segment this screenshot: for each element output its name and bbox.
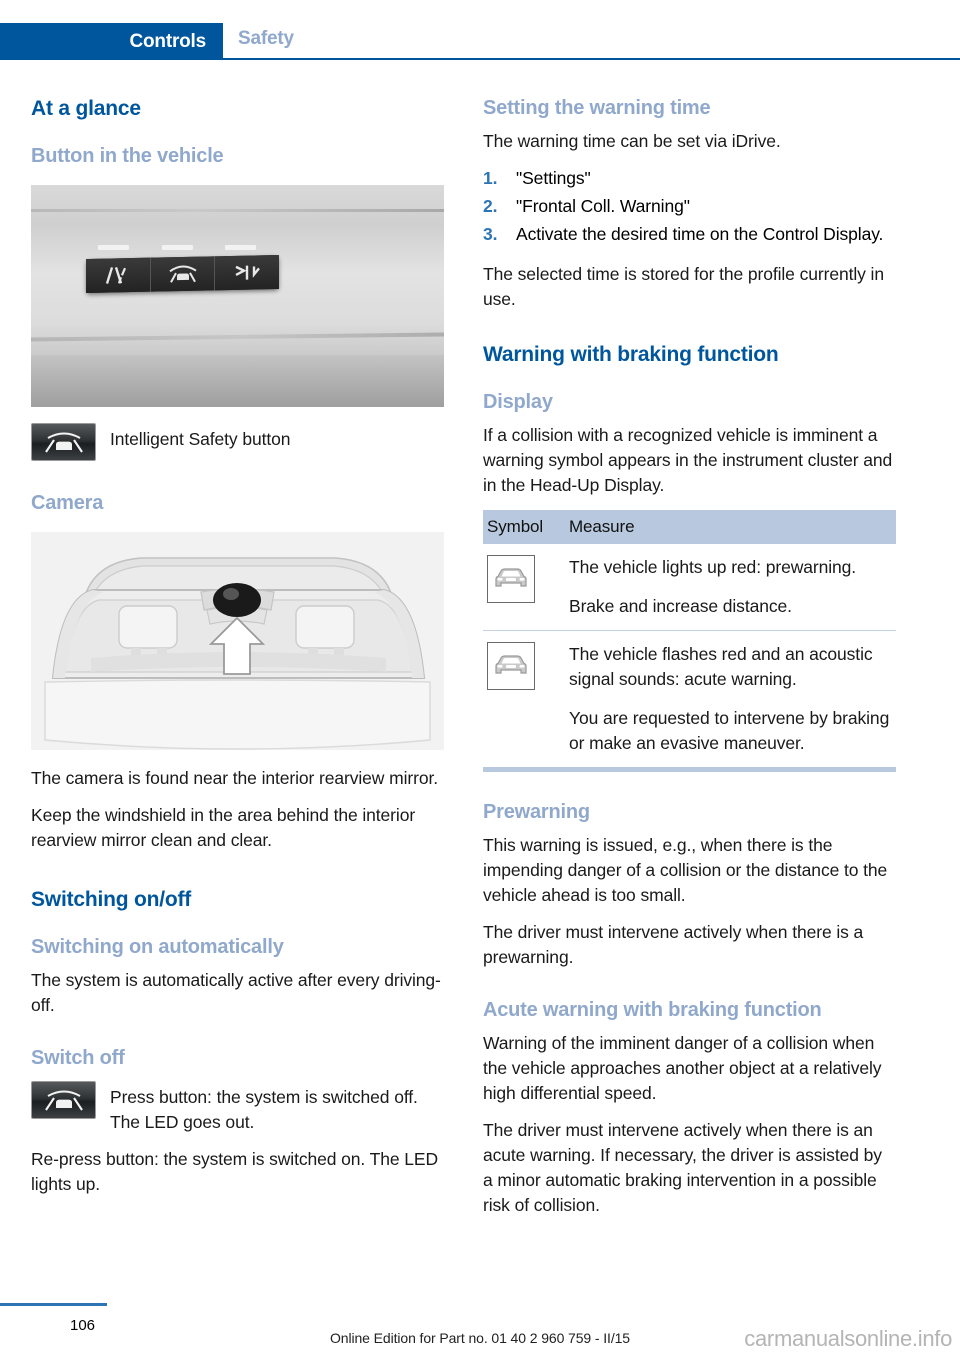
table-cell-measure: The vehicle flashes red and an acoustic … <box>569 630 896 767</box>
acute-warning-paragraph-1: Warning of the imminent danger of a coll… <box>483 1033 882 1103</box>
watermark: carmanualsonline.info <box>744 1326 952 1351</box>
tab-controls[interactable]: Controls <box>0 23 223 60</box>
high-beam-assist-button[interactable] <box>215 254 280 291</box>
tab-safety[interactable]: Safety <box>238 28 294 50</box>
table-cell-symbol <box>483 630 569 767</box>
table-cell-symbol <box>483 544 569 631</box>
column-header-measure: Measure <box>569 510 896 544</box>
table-row: The vehicle flashes red and an acoustic … <box>483 630 896 767</box>
footer-divider <box>0 1303 107 1306</box>
high-beam-assist-icon <box>235 265 261 280</box>
led-indicator-2 <box>162 245 193 250</box>
warning-time-steps: 1. "Settings" 2. "Frontal Coll. Warning"… <box>483 166 896 247</box>
heading-switching-on-automatically: Switching on automatically <box>31 936 284 958</box>
heading-display: Display <box>483 391 553 413</box>
table-header-row: Symbol Measure <box>483 510 896 544</box>
prewarning-paragraph-2: The driver must intervene actively when … <box>483 922 864 967</box>
car-front-badge <box>487 555 535 603</box>
list-item: 1. "Settings" <box>483 166 896 191</box>
table-cell-measure: The vehicle lights up red: prewarning. B… <box>569 544 896 631</box>
intelligent-safety-button-badge <box>31 423 96 461</box>
step-number: 2. <box>483 196 498 216</box>
led-indicator-3 <box>225 245 256 250</box>
acute-warning-paragraph-2: The driver must intervene actively when … <box>483 1120 882 1215</box>
intelligent-safety-label: Intelligent Safety button <box>110 429 291 449</box>
table-row: The vehicle lights up red: prewarning. B… <box>483 544 896 631</box>
car-front-icon <box>495 568 527 587</box>
page-header: Controls Safety <box>0 23 960 60</box>
switch-off-legend: Press button: the system is switched off… <box>31 1081 444 1135</box>
warning-time-outro: The selected time is stored for the prof… <box>483 264 884 309</box>
windshield-illustration <box>31 532 444 750</box>
car-front-icon <box>495 655 527 674</box>
list-item: 3. Activate the desired time on the Cont… <box>483 222 896 247</box>
right-column: Setting the warning time The warning tim… <box>483 96 896 1218</box>
display-paragraph: If a collision with a recognized vehicle… <box>483 425 893 495</box>
photo-shadow <box>31 355 444 407</box>
camera-paragraph-2: Keep the windshield in the area behind t… <box>31 805 416 850</box>
measure-paragraph: You are requested to intervene by brakin… <box>569 708 890 753</box>
heading-at-a-glance: At a glance <box>31 97 141 120</box>
switching-auto-paragraph: The system is automatically active after… <box>31 970 441 1015</box>
table-body: The vehicle lights up red: prewarning. B… <box>483 544 896 767</box>
intelligent-safety-button[interactable] <box>150 256 216 292</box>
heading-prewarning: Prewarning <box>483 801 590 823</box>
left-column: At a glance Button in the vehicle Intell… <box>31 96 444 1197</box>
heading-acute-warning-with-braking-function: Acute warning with braking function <box>483 999 822 1021</box>
button-cluster[interactable] <box>86 254 280 294</box>
measure-paragraph: The vehicle lights up red: prewarning. <box>569 557 857 577</box>
heading-warning-with-braking-function: Warning with braking function <box>483 343 779 366</box>
photo-windshield-camera <box>31 532 444 750</box>
switch-off-icon-text: Press button: the system is switched off… <box>110 1087 418 1132</box>
intelligent-safety-legend: Intelligent Safety button <box>31 423 444 461</box>
step-number: 1. <box>483 168 498 188</box>
photo-panel-line <box>31 332 444 342</box>
prewarning-paragraph-1: This warning is issued, e.g., when there… <box>483 835 888 905</box>
heading-camera: Camera <box>31 492 104 514</box>
heading-setting-the-warning-time: Setting the warning time <box>483 97 711 119</box>
heading-button-in-the-vehicle: Button in the vehicle <box>31 145 224 167</box>
step-text: "Frontal Coll. Warning" <box>516 196 690 216</box>
table-head: Symbol Measure <box>483 510 896 544</box>
heading-switch-off: Switch off <box>31 1047 125 1069</box>
tab-controls-label: Controls <box>129 30 206 52</box>
step-number: 3. <box>483 224 498 244</box>
photo-dashboard-buttons <box>31 185 444 407</box>
lane-departure-icon <box>105 267 126 284</box>
intelligent-safety-button-badge <box>31 1081 96 1119</box>
camera-paragraph-1: The camera is found near the interior re… <box>31 768 438 788</box>
intelligent-safety-icon <box>168 265 197 283</box>
intelligent-safety-icon <box>44 1090 83 1111</box>
car-front-badge <box>487 642 535 690</box>
step-text: Activate the desired time on the Control… <box>516 224 884 244</box>
heading-switching-on-off: Switching on/off <box>31 888 192 911</box>
intelligent-safety-icon <box>44 432 83 453</box>
measure-paragraph: The vehicle flashes red and an acoustic … <box>569 644 873 689</box>
measure-paragraph: Brake and increase distance. <box>569 596 792 616</box>
header-divider <box>223 58 960 60</box>
step-text: "Settings" <box>516 168 591 188</box>
symbol-measure-table: Symbol Measure The vehicle lights up red… <box>483 510 896 767</box>
warning-time-intro: The warning time can be set via iDrive. <box>483 131 781 151</box>
column-header-symbol: Symbol <box>483 510 569 544</box>
list-item: 2. "Frontal Coll. Warning" <box>483 194 896 219</box>
photo-trim-line <box>31 209 444 212</box>
lane-departure-warning-button[interactable] <box>86 257 151 294</box>
switch-off-paragraph: Re-press button: the system is switched … <box>31 1149 438 1194</box>
led-indicator-1 <box>98 245 129 250</box>
